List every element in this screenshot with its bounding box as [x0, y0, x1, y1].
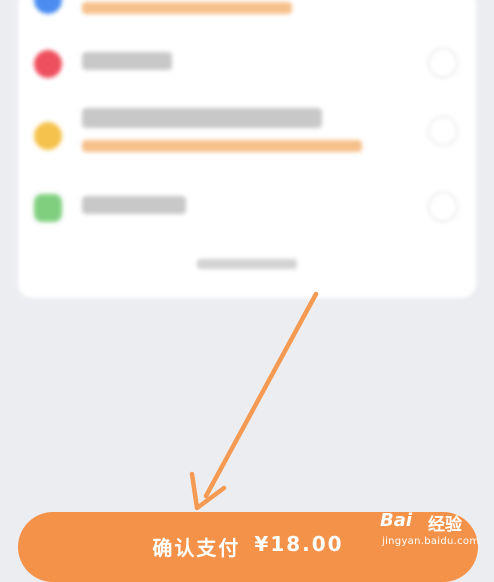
annotation-arrow	[189, 291, 319, 511]
arrow-shaft	[203, 291, 319, 499]
